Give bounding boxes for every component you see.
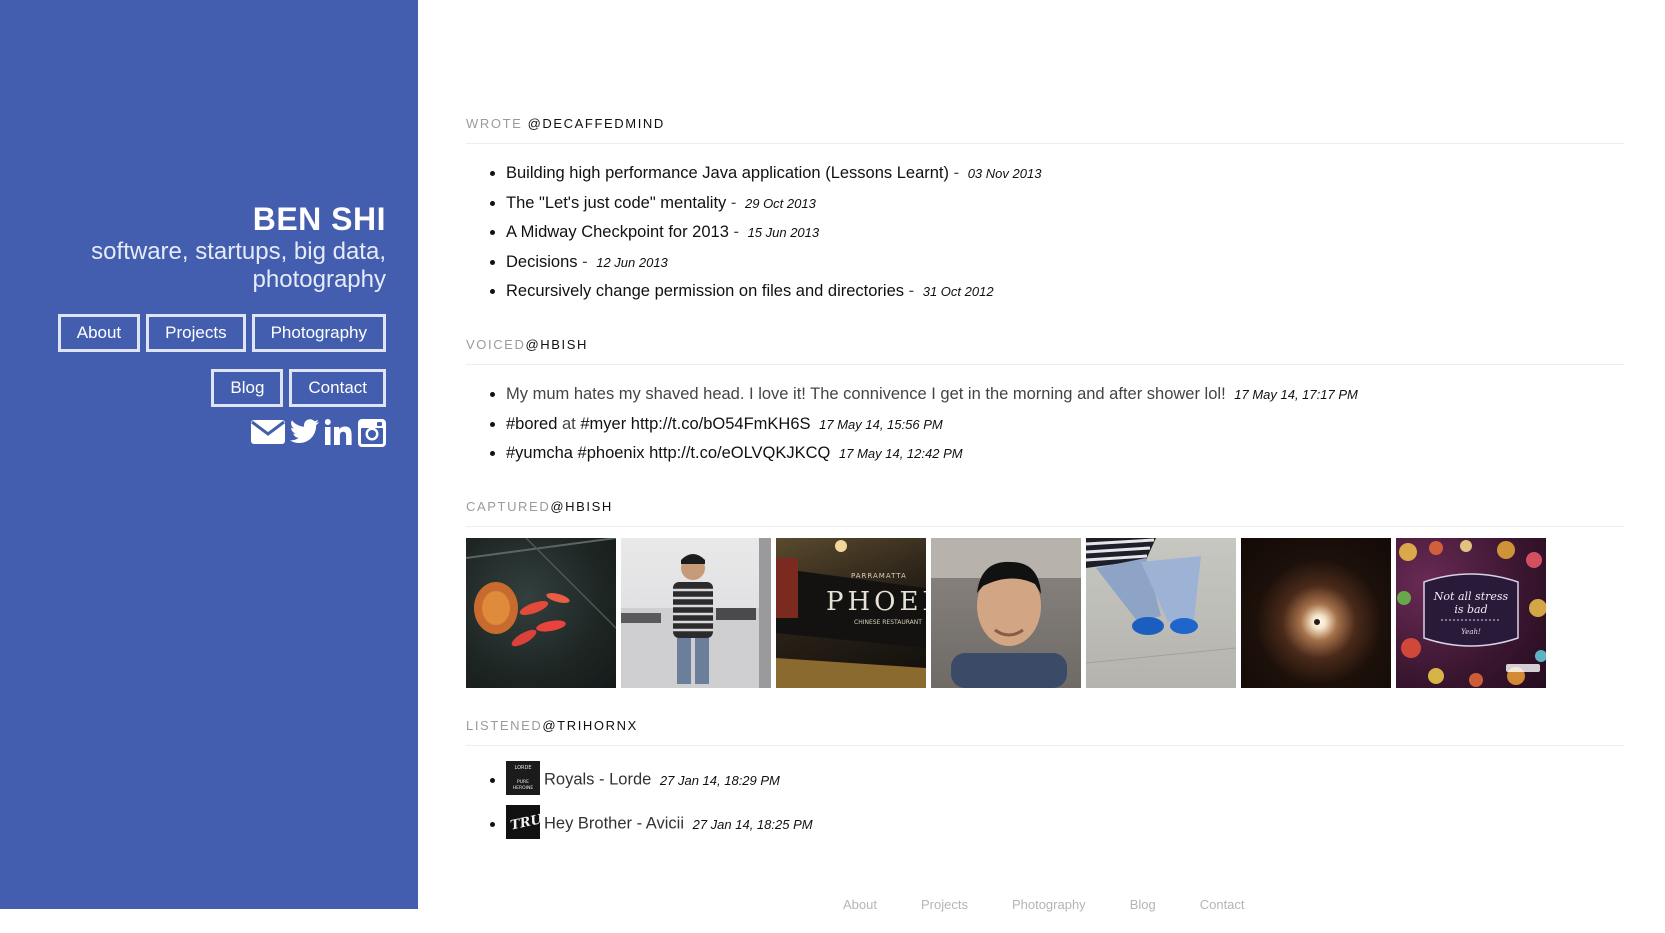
list-item: #yumcha #phoenix http://t.co/eOLVQKJKCQ … bbox=[506, 439, 1624, 469]
hashtag-link[interactable]: #yumcha bbox=[506, 444, 573, 462]
tagline-line-1: software, startups, big data, bbox=[91, 238, 386, 265]
instagram-icon[interactable] bbox=[358, 419, 386, 447]
quote-line-1: Not all stress bbox=[1433, 590, 1509, 603]
photo-goldfish[interactable] bbox=[466, 538, 616, 688]
twitter-icon[interactable] bbox=[290, 419, 320, 447]
post-link[interactable]: The "Let's just code" mentality bbox=[506, 194, 726, 212]
blog-post-list: Building high performance Java applicati… bbox=[466, 159, 1624, 307]
photo-mirror-selfie[interactable] bbox=[621, 538, 771, 688]
voiced-handle[interactable]: @HBISH bbox=[525, 337, 588, 352]
post-date: 15 Jun 2013 bbox=[747, 225, 820, 240]
nav-photography-button[interactable]: Photography bbox=[251, 314, 386, 352]
album-art-pure-heroine[interactable]: LORDE PURE HEROINE bbox=[506, 761, 540, 795]
hashtag-link[interactable]: #myer bbox=[580, 415, 626, 433]
quote-line-2: is bad bbox=[1454, 603, 1487, 616]
wrote-section: WROTE @DECAFFEDMIND Building high perfor… bbox=[466, 116, 1624, 307]
hashtag-link[interactable]: #bored bbox=[506, 415, 557, 433]
sidebar-content: BEN SHI software, startups, big data, ph… bbox=[46, 200, 386, 447]
social-links bbox=[46, 419, 386, 447]
album-art-line-2: PURE bbox=[517, 779, 529, 785]
nav-contact-button[interactable]: Contact bbox=[289, 369, 386, 407]
nav-blog-button[interactable]: Blog bbox=[211, 369, 284, 407]
photo-sign-text: PHOENI bbox=[826, 587, 926, 617]
tweet-date: 17 May 14, 12:42 PM bbox=[839, 446, 963, 461]
post-date: 31 Oct 2012 bbox=[922, 284, 994, 299]
captured-handle[interactable]: @HBISH bbox=[550, 499, 613, 514]
photo-selfie-portrait[interactable] bbox=[931, 538, 1081, 688]
listened-heading: LISTENED@TRIHORNX bbox=[466, 718, 1624, 746]
captured-section: CAPTURED@HBISH PHOE PARRAMATTA CHINESE R… bbox=[466, 499, 1624, 688]
listened-section: LISTENED@TRIHORNX LORDE PURE HEROINE Roy… bbox=[466, 718, 1624, 839]
nav-row-1: About Projects Photography bbox=[46, 314, 386, 352]
footer-nav: About Projects Photography Blog Contact bbox=[843, 897, 1245, 912]
list-item: #bored at #myer http://t.co/bO54FmKH6S 1… bbox=[506, 410, 1624, 440]
photo-grid: PHOENI PARRAMATTA CHINESE RESTAURANT bbox=[466, 538, 1624, 688]
tagline-line-2: photography bbox=[252, 266, 386, 293]
voiced-verb: VOICED bbox=[466, 337, 526, 352]
tweet-date: 17 May 14, 17:17 PM bbox=[1234, 387, 1358, 402]
track-list: LORDE PURE HEROINE Royals - Lorde 27 Jan… bbox=[466, 761, 1624, 839]
photo-sign-sub2: CHINESE RESTAURANT bbox=[854, 619, 922, 626]
list-item: A Midway Checkpoint for 2013 - 15 Jun 20… bbox=[506, 218, 1624, 248]
quote-line-3: Yeah! bbox=[1461, 628, 1481, 636]
linkedin-icon[interactable] bbox=[325, 419, 353, 447]
footer-contact-link[interactable]: Contact bbox=[1200, 897, 1245, 912]
footer-blog-link[interactable]: Blog bbox=[1130, 897, 1156, 912]
tweet-text: My mum hates my shaved head. I love it! … bbox=[506, 385, 1226, 403]
footer-photography-link[interactable]: Photography bbox=[1012, 897, 1086, 912]
tweet-list: My mum hates my shaved head. I love it! … bbox=[466, 380, 1624, 469]
post-date: 12 Jun 2013 bbox=[596, 254, 668, 270]
listened-verb: LISTENED bbox=[466, 718, 543, 733]
voiced-heading: VOICED@HBISH bbox=[466, 337, 1624, 365]
list-item: My mum hates my shaved head. I love it! … bbox=[506, 380, 1624, 410]
track-link[interactable]: Hey Brother - Avicii bbox=[544, 815, 684, 833]
photo-jeans-shoes[interactable] bbox=[1086, 538, 1236, 688]
post-link[interactable]: Decisions bbox=[506, 253, 578, 271]
nav-about-button[interactable]: About bbox=[57, 314, 141, 352]
sidebar: BEN SHI software, startups, big data, ph… bbox=[0, 0, 418, 909]
album-art-line-1: LORDE bbox=[514, 765, 531, 771]
wrote-verb: WROTE bbox=[466, 116, 523, 131]
footer-about-link[interactable]: About bbox=[843, 897, 877, 912]
site-name[interactable]: BEN SHI bbox=[46, 200, 386, 238]
list-item: LORDE PURE HEROINE Royals - Lorde 27 Jan… bbox=[506, 761, 1624, 795]
tweet-link[interactable]: http://t.co/bO54FmKH6S bbox=[631, 415, 811, 433]
captured-verb: CAPTURED bbox=[466, 499, 551, 514]
post-date: 03 Nov 2013 bbox=[967, 166, 1042, 181]
photo-stress-quote[interactable]: Not all stress is bad Yeah! bbox=[1396, 538, 1546, 688]
tweet-link[interactable]: http://t.co/eOLVQKJKCQ bbox=[649, 444, 830, 462]
photo-glowing-light[interactable] bbox=[1241, 538, 1391, 688]
track-date: 27 Jan 14, 18:25 PM bbox=[692, 816, 813, 832]
footer-projects-link[interactable]: Projects bbox=[921, 897, 968, 912]
list-item: Recursively change permission on files a… bbox=[506, 277, 1624, 307]
hashtag-link[interactable]: #phoenix bbox=[578, 444, 645, 462]
voiced-section: VOICED@HBISH My mum hates my shaved head… bbox=[466, 337, 1624, 469]
list-item: The "Let's just code" mentality - 29 Oct… bbox=[506, 189, 1624, 219]
listened-handle[interactable]: @TRIHORNX bbox=[542, 718, 638, 733]
post-link[interactable]: A Midway Checkpoint for 2013 bbox=[506, 223, 729, 241]
tweet-text: at bbox=[561, 414, 576, 433]
post-date: 29 Oct 2013 bbox=[745, 195, 816, 211]
list-item: Decisions - 12 Jun 2013 bbox=[506, 248, 1624, 278]
tweet-date: 17 May 14, 15:56 PM bbox=[819, 416, 943, 432]
email-icon[interactable] bbox=[251, 419, 285, 447]
track-date: 27 Jan 14, 18:29 PM bbox=[659, 772, 780, 788]
nav-projects-button[interactable]: Projects bbox=[146, 314, 246, 352]
nav-row-2: Blog Contact bbox=[46, 369, 386, 407]
post-link[interactable]: Building high performance Java applicati… bbox=[506, 164, 949, 182]
photo-phoenix-restaurant[interactable]: PHOENI PARRAMATTA CHINESE RESTAURANT bbox=[776, 538, 926, 688]
album-art-line-3: HEROINE bbox=[513, 785, 534, 791]
list-item: TRUE Hey Brother - Avicii 27 Jan 14, 18:… bbox=[506, 805, 1624, 839]
photo-sign-sub: PARRAMATTA bbox=[851, 572, 907, 580]
captured-heading: CAPTURED@HBISH bbox=[466, 499, 1624, 527]
wrote-handle[interactable]: @DECAFFEDMIND bbox=[528, 116, 665, 131]
track-link[interactable]: Royals - Lorde bbox=[544, 771, 651, 789]
album-art-line-1: TRUE bbox=[509, 810, 540, 834]
list-item: Building high performance Java applicati… bbox=[506, 159, 1624, 189]
album-art-true[interactable]: TRUE bbox=[506, 805, 554, 839]
wrote-heading: WROTE @DECAFFEDMIND bbox=[466, 116, 1624, 144]
post-link[interactable]: Recursively change permission on files a… bbox=[506, 282, 904, 300]
